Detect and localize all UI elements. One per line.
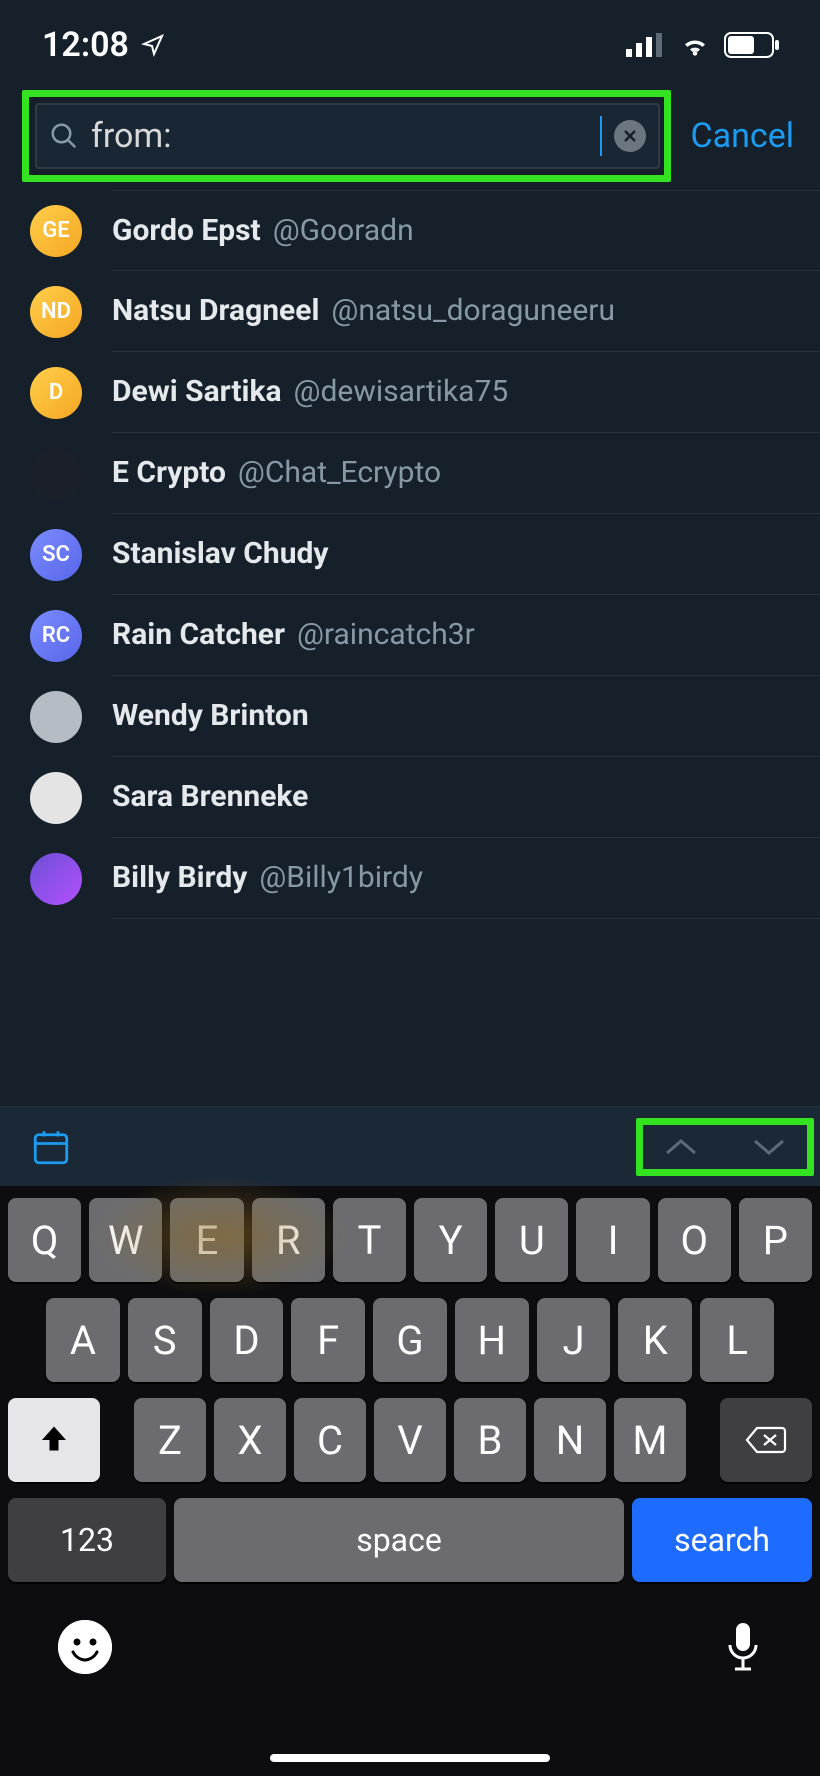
key-b[interactable]: B (454, 1398, 526, 1482)
user-handle: @Billy1birdy (259, 860, 423, 895)
keyboard: QWERTYUIOP ASDFGHJKL ZXCVBNM 123 space s… (0, 1186, 820, 1776)
cancel-button[interactable]: Cancel (671, 116, 801, 156)
avatar: ND (30, 286, 82, 338)
emoji-icon (58, 1620, 112, 1674)
suggestion-row[interactable]: E Crypto @Chat_Ecrypto (0, 433, 820, 514)
key-y[interactable]: Y (414, 1198, 487, 1282)
suggestion-row[interactable]: Sara Brenneke (0, 757, 820, 838)
avatar: GE (30, 205, 82, 257)
key-j[interactable]: J (537, 1298, 611, 1382)
numbers-key[interactable]: 123 (8, 1498, 166, 1582)
wifi-icon (678, 30, 712, 60)
search-highlight (22, 90, 671, 182)
key-o[interactable]: O (658, 1198, 731, 1282)
key-n[interactable]: N (534, 1398, 606, 1482)
suggestion-row[interactable]: GE Gordo Epst @Gooradn (0, 190, 820, 271)
user-handle: @natsu_doraguneeru (331, 293, 615, 328)
search-input[interactable] (91, 116, 588, 156)
avatar: D (30, 367, 82, 419)
key-f[interactable]: F (291, 1298, 365, 1382)
user-name: Rain Catcher (112, 617, 285, 652)
shift-icon (36, 1422, 72, 1458)
text-cursor (600, 116, 602, 156)
key-t[interactable]: T (333, 1198, 406, 1282)
key-m[interactable]: M (614, 1398, 686, 1482)
key-p[interactable]: P (739, 1198, 812, 1282)
suggestion-row[interactable]: D Dewi Sartika @dewisartika75 (0, 352, 820, 433)
suggestion-row[interactable]: SC Stanislav Chudy (0, 514, 820, 595)
user-name: Billy Birdy (112, 860, 247, 895)
backspace-icon (744, 1424, 788, 1456)
key-h[interactable]: H (455, 1298, 529, 1382)
avatar: RC (30, 610, 82, 662)
user-name: Natsu Dragneel (112, 293, 319, 328)
search-field[interactable] (35, 103, 660, 169)
user-name: Dewi Sartika (112, 374, 282, 409)
battery-icon (724, 30, 780, 60)
key-x[interactable]: X (214, 1398, 286, 1482)
key-u[interactable]: U (495, 1198, 568, 1282)
key-a[interactable]: A (46, 1298, 120, 1382)
avatar (30, 853, 82, 905)
suggestion-row[interactable]: RC Rain Catcher @raincatch3r (0, 595, 820, 676)
user-name: E Crypto (112, 455, 226, 490)
dictation-key[interactable] (724, 1621, 762, 1673)
suggestion-row[interactable]: Billy Birdy @Billy1birdy (0, 838, 820, 919)
backspace-key[interactable] (720, 1398, 812, 1482)
user-name: Wendy Brinton (112, 698, 309, 733)
avatar (30, 772, 82, 824)
shift-key[interactable] (8, 1398, 100, 1482)
user-handle: @raincatch3r (297, 617, 475, 652)
status-time: 12:08 (42, 25, 129, 65)
key-r[interactable]: R (252, 1198, 325, 1282)
suggestion-row[interactable]: Wendy Brinton (0, 676, 820, 757)
chevron-down-icon[interactable] (749, 1133, 789, 1161)
clear-button[interactable] (614, 120, 646, 152)
user-handle: @dewisartika75 (294, 374, 509, 409)
location-icon (141, 33, 165, 57)
key-c[interactable]: C (294, 1398, 366, 1482)
close-icon (623, 129, 637, 143)
key-z[interactable]: Z (134, 1398, 206, 1482)
user-handle: @Chat_Ecrypto (238, 455, 441, 490)
avatar (30, 448, 82, 500)
home-indicator[interactable] (270, 1754, 550, 1762)
search-key[interactable]: search (632, 1498, 812, 1582)
key-i[interactable]: I (576, 1198, 649, 1282)
cell-signal-icon (626, 30, 666, 60)
suggestion-row[interactable]: ND Natsu Dragneel @natsu_doraguneeru (0, 271, 820, 352)
suggestion-list: GE Gordo Epst @Gooradn ND Natsu Dragneel @nat… (0, 182, 820, 919)
key-v[interactable]: V (374, 1398, 446, 1482)
key-d[interactable]: D (210, 1298, 284, 1382)
key-q[interactable]: Q (8, 1198, 81, 1282)
key-s[interactable]: S (128, 1298, 202, 1382)
user-handle: @Gooradn (273, 213, 414, 248)
search-icon (49, 121, 79, 151)
calendar-icon[interactable] (30, 1126, 72, 1168)
key-w[interactable]: W (89, 1198, 162, 1282)
status-bar: 12:08 (0, 0, 820, 90)
user-name: Stanislav Chudy (112, 536, 329, 571)
user-name: Sara Brenneke (112, 779, 308, 814)
user-name: Gordo Epst (112, 213, 261, 248)
avatar (30, 691, 82, 743)
avatar: SC (30, 529, 82, 581)
chevron-up-icon[interactable] (661, 1133, 701, 1161)
key-l[interactable]: L (700, 1298, 774, 1382)
space-key[interactable]: space (174, 1498, 624, 1582)
key-e[interactable]: E (170, 1198, 243, 1282)
key-k[interactable]: K (618, 1298, 692, 1382)
emoji-key[interactable] (58, 1620, 112, 1674)
arrows-highlight (636, 1118, 814, 1176)
key-g[interactable]: G (373, 1298, 447, 1382)
keyboard-accessory-bar (0, 1106, 820, 1186)
